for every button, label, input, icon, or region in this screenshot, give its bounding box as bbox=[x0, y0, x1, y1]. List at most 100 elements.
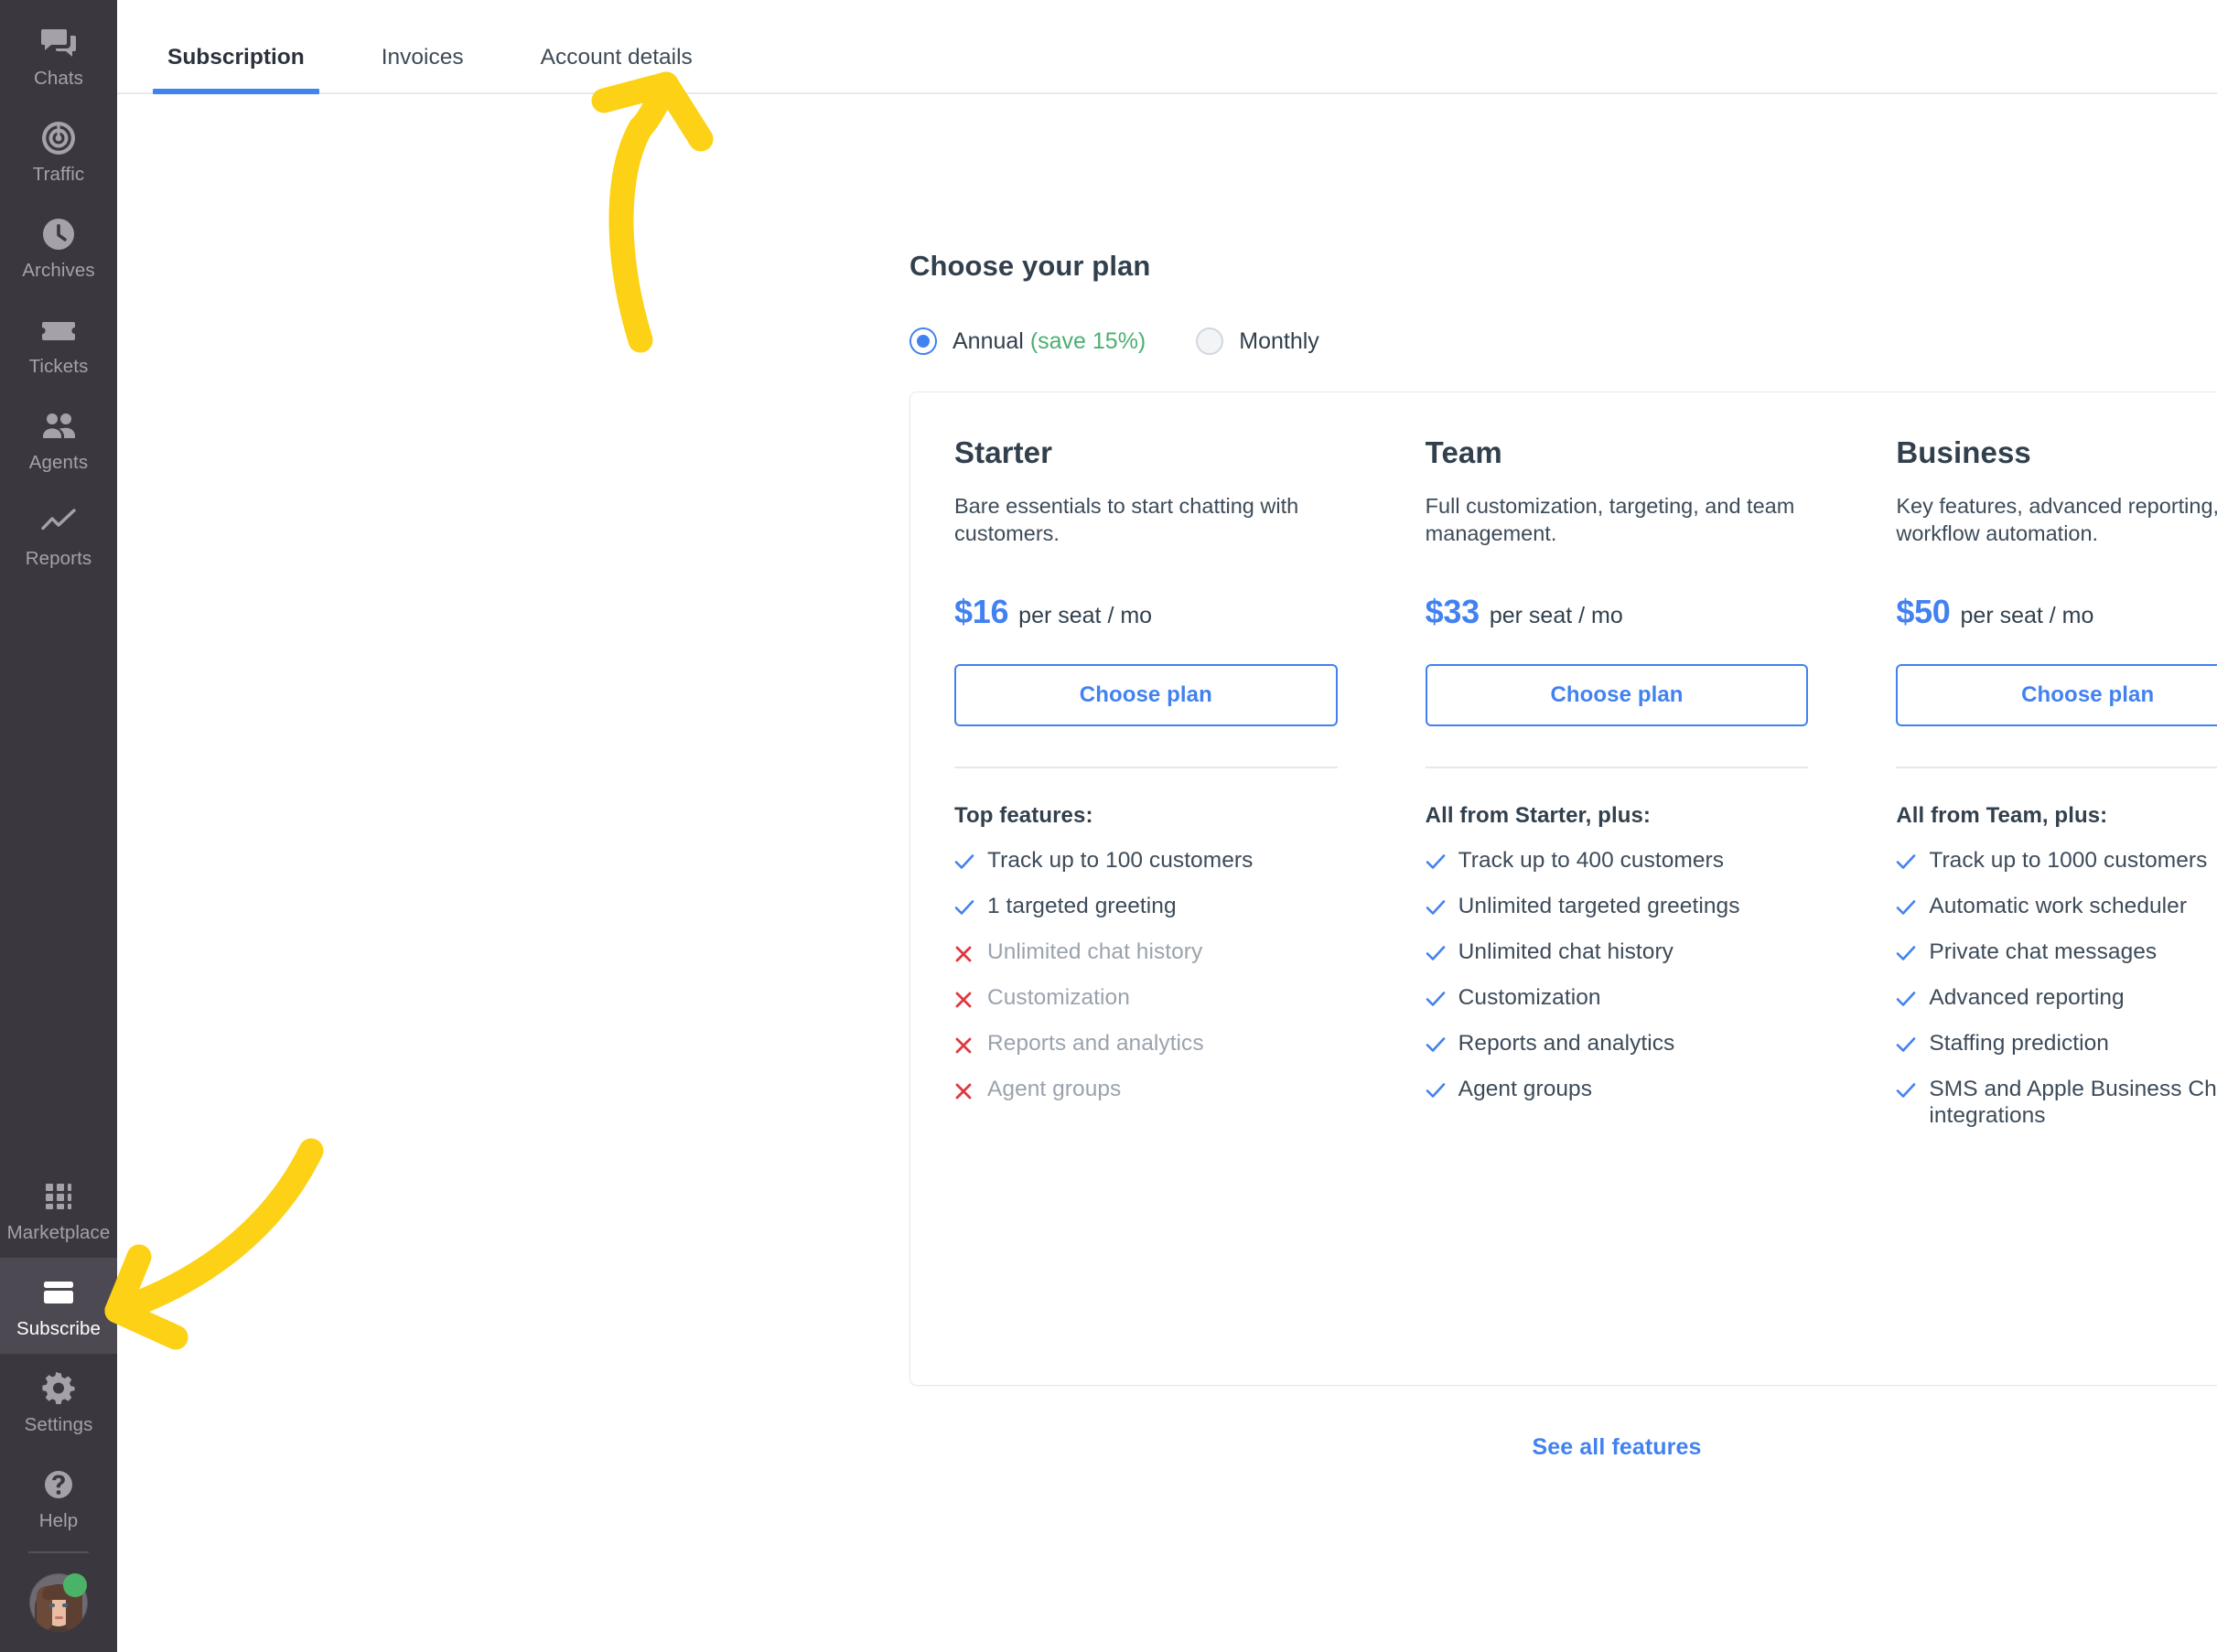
feature-list: Track up to 400 customers Unlimited targ… bbox=[1426, 847, 1809, 1106]
plan-price-unit: per seat / mo bbox=[1018, 603, 1153, 628]
check-icon bbox=[1426, 893, 1458, 916]
features-title: Top features: bbox=[954, 803, 1093, 828]
plan-price-row: $16 per seat / mo bbox=[954, 593, 1338, 631]
feature-item: Track up to 100 customers bbox=[954, 847, 1338, 877]
sidebar-item-label: Marketplace bbox=[6, 1221, 111, 1243]
plans-container: Starter Bare essentials to start chattin… bbox=[909, 392, 2217, 1386]
features-title: All from Team, plus: bbox=[1896, 803, 2108, 828]
feature-item: Agent groups bbox=[954, 1076, 1338, 1106]
feature-label: Track up to 1000 customers bbox=[1929, 848, 2208, 873]
archives-clock-icon bbox=[39, 215, 78, 253]
sidebar-secondary-nav: Marketplace Subscribe Settings Help bbox=[0, 1162, 117, 1652]
sidebar-item-tickets[interactable]: Tickets bbox=[0, 295, 117, 392]
choose-plan-button-starter[interactable]: Choose plan bbox=[954, 664, 1338, 726]
choose-plan-button-team[interactable]: Choose plan bbox=[1425, 664, 1809, 726]
feature-item: Reports and analytics bbox=[1426, 1030, 1809, 1060]
billing-cycle-toggle: Annual (save 15%) Monthly bbox=[909, 327, 1319, 355]
feature-item: Customization bbox=[954, 984, 1338, 1014]
sidebar-item-label: Agents bbox=[28, 451, 89, 473]
tickets-icon bbox=[39, 311, 78, 349]
sidebar-item-subscribe[interactable]: Subscribe bbox=[0, 1258, 117, 1354]
plan-description: Bare essentials to start chatting with c… bbox=[954, 494, 1299, 546]
check-icon bbox=[1426, 1076, 1458, 1099]
feature-list: Track up to 100 customers 1 targeted gre… bbox=[954, 847, 1338, 1106]
feature-item: 1 targeted greeting bbox=[954, 893, 1338, 923]
billing-option-annual[interactable]: Annual (save 15%) bbox=[909, 327, 1146, 355]
plan-name: Business bbox=[1896, 435, 2031, 469]
agents-people-icon bbox=[39, 407, 78, 445]
sidebar-item-label: Chats bbox=[33, 67, 84, 89]
feature-item: Customization bbox=[1426, 984, 1809, 1014]
plan-description: Key features, advanced reporting, and wo… bbox=[1896, 494, 2217, 546]
sidebar-item-help[interactable]: Help bbox=[0, 1450, 117, 1546]
sidebar-item-label: Reports bbox=[25, 547, 92, 569]
feature-label: Unlimited targeted greetings bbox=[1458, 894, 1740, 918]
tab-bar: Subscription Invoices Account details bbox=[117, 0, 2217, 94]
tab-invoices[interactable]: Invoices bbox=[367, 45, 479, 92]
plan-price: $16 bbox=[954, 593, 1009, 630]
plan-card-business: Business Key features, advanced reportin… bbox=[1852, 435, 2217, 1385]
feature-label: Staffing prediction bbox=[1929, 1031, 2109, 1056]
plan-price-unit: per seat / mo bbox=[1489, 603, 1623, 628]
sidebar-item-label: Settings bbox=[24, 1413, 93, 1435]
sidebar-item-traffic[interactable]: Traffic bbox=[0, 103, 117, 199]
sidebar-item-marketplace[interactable]: Marketplace bbox=[0, 1162, 117, 1258]
traffic-icon bbox=[39, 119, 78, 157]
radio-annual[interactable] bbox=[909, 327, 937, 355]
feature-label: SMS and Apple Business Chat integrations bbox=[1929, 1077, 2217, 1129]
tab-account-details[interactable]: Account details bbox=[526, 45, 707, 92]
feature-item: Unlimited targeted greetings bbox=[1426, 893, 1809, 923]
marketplace-grid-icon bbox=[39, 1177, 78, 1216]
sidebar-item-archives[interactable]: Archives bbox=[0, 199, 117, 295]
feature-item: Private chat messages bbox=[1896, 939, 2217, 969]
billing-option-monthly[interactable]: Monthly bbox=[1196, 327, 1319, 355]
check-icon bbox=[1896, 847, 1929, 870]
feature-label: Unlimited chat history bbox=[1458, 939, 1674, 964]
feature-item: SMS and Apple Business Chat integrations bbox=[1896, 1076, 2217, 1130]
sidebar-item-label: Help bbox=[38, 1509, 79, 1531]
sidebar-item-settings[interactable]: Settings bbox=[0, 1354, 117, 1450]
left-sidebar: Chats Traffic Archives Tickets Agents Re… bbox=[0, 0, 117, 1652]
chats-icon bbox=[39, 23, 78, 61]
annual-save-badge: (save 15%) bbox=[1029, 327, 1146, 354]
check-icon bbox=[1896, 984, 1929, 1007]
sidebar-item-chats[interactable]: Chats bbox=[0, 7, 117, 103]
check-icon bbox=[954, 893, 987, 916]
feature-label: Automatic work scheduler bbox=[1929, 894, 2188, 918]
app-root: Chats Traffic Archives Tickets Agents Re… bbox=[0, 0, 2217, 1652]
feature-item: Unlimited chat history bbox=[954, 939, 1338, 969]
billing-option-label: Annual (save 15%) bbox=[952, 328, 1146, 355]
tab-subscription[interactable]: Subscription bbox=[153, 45, 319, 94]
check-icon bbox=[1426, 847, 1458, 870]
plan-card-team: Team Full customization, targeting, and … bbox=[1382, 435, 1853, 1385]
feature-item: Unlimited chat history bbox=[1426, 939, 1809, 969]
check-icon bbox=[1426, 939, 1458, 961]
feature-label: Agent groups bbox=[1458, 1077, 1593, 1101]
plan-description: Full customization, targeting, and team … bbox=[1425, 494, 1795, 546]
check-icon bbox=[954, 847, 987, 870]
feature-label: Customization bbox=[987, 985, 1130, 1010]
plan-divider bbox=[1896, 767, 2217, 768]
sidebar-item-agents[interactable]: Agents bbox=[0, 392, 117, 488]
main-content: Subscription Invoices Account details Ch… bbox=[117, 0, 2217, 1652]
sidebar-item-reports[interactable]: Reports bbox=[0, 488, 117, 584]
see-all-features-link[interactable]: See all features bbox=[909, 1434, 2217, 1461]
feature-item: Track up to 400 customers bbox=[1426, 847, 1809, 877]
subscribe-card-icon bbox=[39, 1273, 78, 1312]
feature-item: Staffing prediction bbox=[1896, 1030, 2217, 1060]
avatar[interactable] bbox=[0, 1553, 117, 1652]
feature-label: Unlimited chat history bbox=[987, 939, 1203, 964]
cross-icon bbox=[954, 939, 987, 963]
plan-price: $33 bbox=[1425, 593, 1480, 630]
settings-gear-icon bbox=[39, 1369, 78, 1408]
sidebar-item-label: Traffic bbox=[32, 163, 85, 185]
feature-label: Reports and analytics bbox=[1458, 1031, 1675, 1056]
radio-monthly[interactable] bbox=[1196, 327, 1224, 355]
choose-plan-button-business[interactable]: Choose plan bbox=[1896, 664, 2217, 726]
plan-price-unit: per seat / mo bbox=[1960, 603, 2094, 628]
feature-item: Agent groups bbox=[1426, 1076, 1809, 1106]
check-icon bbox=[1896, 1076, 1929, 1099]
feature-label: 1 targeted greeting bbox=[987, 894, 1177, 918]
cross-icon bbox=[954, 1076, 987, 1100]
cross-icon bbox=[954, 984, 987, 1009]
